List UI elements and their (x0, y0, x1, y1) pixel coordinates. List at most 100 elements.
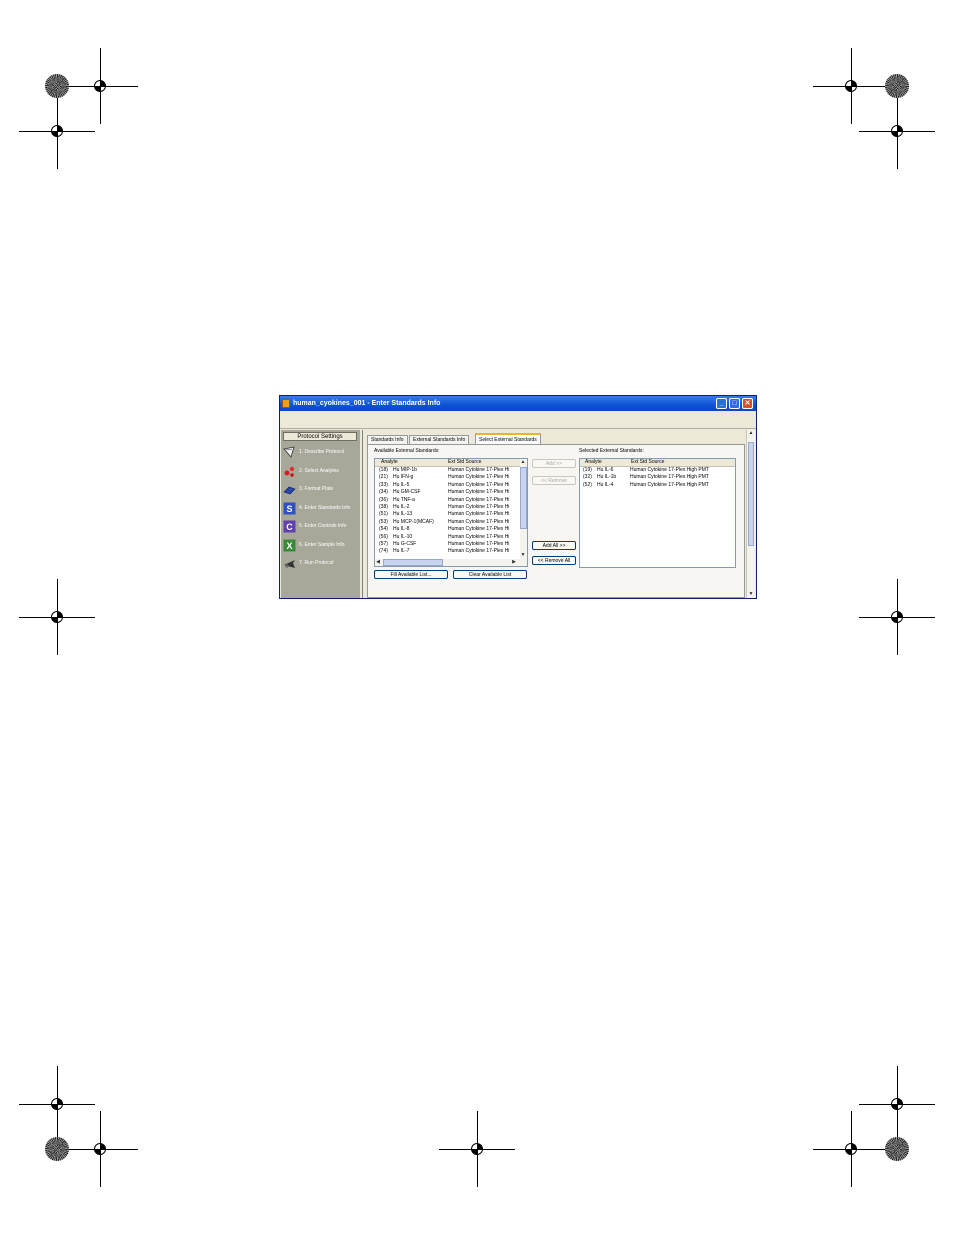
add-all-button[interactable]: Add All >> (532, 541, 576, 550)
remove-button[interactable]: << Remove (532, 476, 576, 485)
row-id: (19) (583, 467, 592, 473)
registration-target-icon (50, 124, 64, 138)
registration-target-icon (470, 1142, 484, 1156)
tab-panel: Available External Standards: Analyte Ex… (367, 444, 745, 598)
selected-caption: Selected External Standards: (579, 448, 644, 454)
scrollbar-thumb[interactable] (748, 442, 754, 546)
row-name: Hu IL-1b (597, 474, 617, 481)
row-source: Human Cytokine 17-Plex Hi (448, 504, 510, 510)
list-row[interactable]: (38) Hu IL-2 Human Cytokine 17-Plex Hi (375, 504, 527, 511)
row-source: Human Cytokine 17-Plex Hi (448, 489, 510, 496)
color-dial-icon (885, 74, 909, 98)
sidebar-item[interactable]: 1. Describe Protocol (283, 446, 359, 460)
sidebar-item[interactable]: S 4. Enter Standards Info (283, 502, 359, 516)
horizontal-scrollbar[interactable]: ◀ ▶ (375, 559, 520, 566)
selected-standards-list[interactable]: Analyte Ext Std Source (19) Hu IL-6 Human … (579, 458, 736, 568)
list-row[interactable]: (57) Hu G-CSF Human Cytokine 17-Plex Hi (375, 541, 527, 548)
scrollbar-thumb[interactable] (520, 467, 527, 529)
row-id: (74) (379, 548, 388, 555)
row-source: Human Cytokine 17-Plex Hi (448, 518, 510, 525)
list-row[interactable]: (56) Hu IL-10 Human Cytokine 17-Plex Hi (375, 534, 527, 541)
list-row[interactable]: (74) Hu IL-7 Human Cytokine 17-Plex Hi (375, 548, 527, 555)
maximize-button[interactable]: □ (729, 398, 740, 409)
app-icon (282, 399, 290, 408)
toolbar-area (280, 411, 756, 429)
tab-external-standards-info[interactable]: External Standards Info (409, 435, 470, 444)
row-name: Hu TNF-a (393, 496, 415, 503)
sidebar-item-label: 4. Enter Standards Info (299, 504, 351, 511)
tab-standards-info[interactable]: Standards Info (367, 435, 408, 444)
sidebar-item[interactable]: C 5. Enter Controls Info (283, 520, 359, 534)
row-source: Human Cytokine 17-Plex Hi (448, 467, 510, 473)
registration-target-icon (93, 1142, 107, 1156)
list-row[interactable]: (32) Hu IL-1b Human Cytokine 17-Plex High … (580, 474, 735, 481)
column-header-source[interactable]: Ext Std Source (448, 459, 481, 466)
row-id: (53) (379, 518, 388, 525)
sidebar-item-label: 3. Format Plate (299, 486, 334, 492)
title-bar[interactable]: human_cyokines_001 - Enter Standards Inf… (280, 396, 756, 411)
row-id: (54) (379, 526, 388, 533)
list-row[interactable]: (34) Hu GM-CSF Human Cytokine 17-Plex Hi (375, 489, 527, 496)
row-id: (36) (379, 496, 388, 503)
scroll-right-icon[interactable]: ▶ (511, 559, 517, 566)
list-row[interactable]: (36) Hu TNF-a Human Cytokine 17-Plex Hi (375, 497, 527, 504)
row-name: Hu IL-10 (393, 533, 413, 540)
list-row[interactable]: (53) Hu MCP-1(MCAF) Human Cytokine 17-Plex… (375, 519, 527, 526)
color-dial-icon (45, 74, 69, 98)
column-header-analyte[interactable]: Analyte (585, 459, 602, 466)
sidebar-item-label: 1. Describe Protocol (299, 449, 345, 455)
sidebar-item[interactable]: 7. Run Protocol (283, 557, 359, 571)
column-header-analyte[interactable]: Analyte (381, 459, 398, 466)
sidebar-item-label: 6. Enter Sample Info (299, 541, 345, 548)
scroll-down-icon[interactable]: ▼ (520, 552, 526, 559)
list-row[interactable]: (18) Hu MIP-1b Human Cytokine 17-Plex Hi (375, 467, 527, 474)
list-row[interactable]: (21) Hu IFN-g Human Cytokine 17-Plex Hi (375, 474, 527, 481)
clear-available-list-button[interactable]: Clear Available List (453, 570, 527, 579)
sidebar-item-label: 2. Select Analytes (299, 467, 339, 474)
sidebar-header: Protocol Settings (283, 432, 357, 441)
add-button[interactable]: Add >> (532, 459, 576, 468)
fill-available-list-button[interactable]: Fill Available List... (374, 570, 448, 579)
row-name: Hu MIP-1b (393, 467, 417, 473)
list-row[interactable]: (33) Hu IL-5 Human Cytokine 17-Plex Hi (375, 482, 527, 489)
column-header-source[interactable]: Ext Std Source (631, 459, 664, 466)
sidebar-item-label: 7. Run Protocol (299, 560, 334, 566)
window-vertical-scrollbar[interactable]: ▲ ▼ (746, 430, 755, 598)
close-button[interactable]: ✕ (742, 398, 753, 409)
scrollbar-thumb[interactable] (383, 559, 443, 566)
available-standards-list[interactable]: Analyte Ext Std Source (18) Hu MIP-1b Huma… (374, 458, 528, 567)
vertical-scrollbar[interactable]: ▲ ▼ (520, 459, 527, 566)
registration-target-icon (93, 79, 107, 93)
row-source: Human Cytokine 17-Plex Hi (448, 526, 510, 533)
sidebar-item[interactable]: X 6. Enter Sample Info (283, 539, 359, 553)
svg-text:X: X (286, 541, 292, 551)
app-window: human_cyokines_001 - Enter Standards Inf… (280, 396, 756, 598)
row-source: Human Cytokine 17-Plex Hi (448, 511, 510, 518)
sidebar-item[interactable]: 2. Select Analytes (283, 465, 359, 479)
svg-text:C: C (286, 522, 293, 532)
row-source: Human Cytokine 17-Plex Hi (448, 474, 510, 481)
row-name: Hu IL-4 (597, 481, 614, 488)
sample-icon: X (283, 539, 296, 552)
list-row[interactable]: (52) Hu IL-4 Human Cytokine 17-Plex High P… (580, 482, 735, 489)
row-source: Human Cytokine 17-Plex Hi (448, 496, 510, 503)
available-caption: Available External Standards: (374, 448, 440, 454)
list-row[interactable]: (54) Hu IL-8 Human Cytokine 17-Plex Hi (375, 526, 527, 533)
row-source: Human Cytokine 17-Plex Hi (448, 533, 510, 540)
sidebar-item[interactable]: 3. Format Plate (283, 483, 359, 497)
minimize-button[interactable]: _ (716, 398, 727, 409)
row-name: Hu IFN-g (393, 474, 414, 481)
list-row[interactable]: (19) Hu IL-6 Human Cytokine 17-Plex High P… (580, 467, 735, 474)
scroll-left-icon[interactable]: ◀ (375, 559, 381, 566)
row-id: (56) (379, 533, 388, 540)
row-id: (52) (583, 481, 592, 488)
scroll-up-icon[interactable]: ▲ (748, 430, 754, 437)
row-source: Human Cytokine 17-Plex High PMT (630, 467, 709, 473)
list-row[interactable]: (51) Hu IL-13 Human Cytokine 17-Plex Hi (375, 511, 527, 518)
row-name: Hu IL-13 (393, 511, 413, 518)
standards-icon: S (283, 502, 296, 515)
registration-target-icon (50, 610, 64, 624)
scroll-up-icon[interactable]: ▲ (520, 459, 526, 466)
scroll-down-icon[interactable]: ▼ (748, 591, 754, 598)
remove-all-button[interactable]: << Remove All (532, 556, 576, 565)
